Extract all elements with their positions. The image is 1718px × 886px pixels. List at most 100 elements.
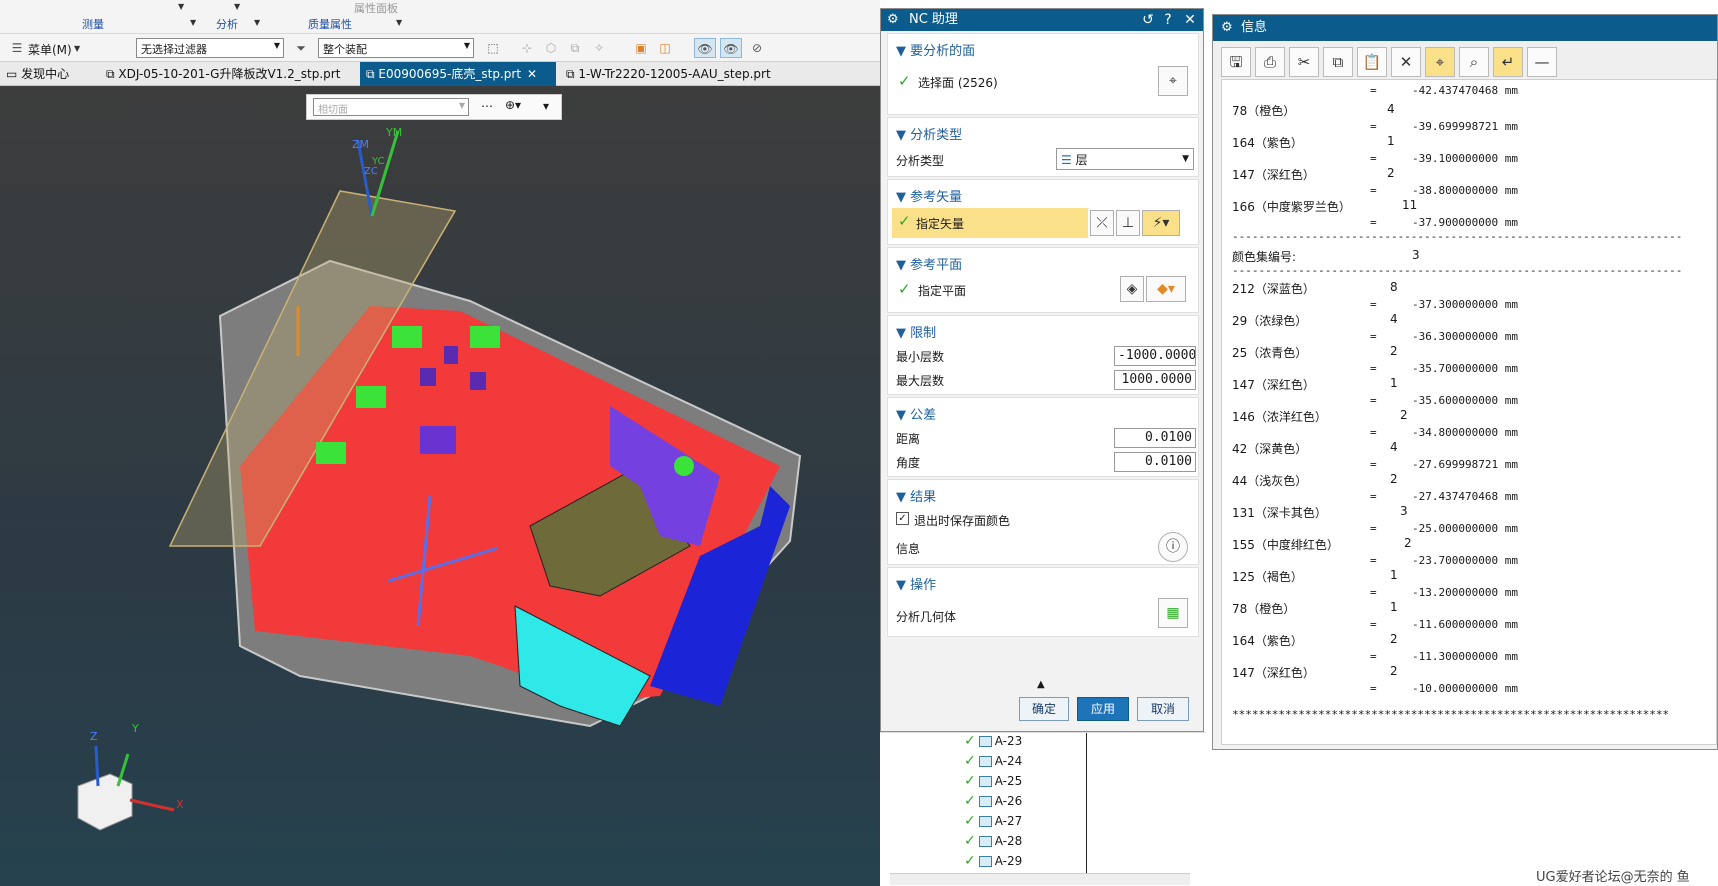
chevron-down-icon[interactable]: ▼ xyxy=(74,44,80,53)
vector-normal-icon[interactable]: ⊥ xyxy=(1116,210,1140,236)
close-icon[interactable]: ✕ xyxy=(1181,9,1199,31)
copy-icon[interactable]: ⧉ xyxy=(1323,47,1353,77)
menu-icon[interactable]: ☰ xyxy=(6,38,28,58)
point-icon[interactable]: ✧ xyxy=(588,38,610,58)
save-icon[interactable]: 🖫 xyxy=(1221,47,1251,77)
section-header[interactable]: ▼ 公差 xyxy=(896,404,936,423)
save-color-checkbox[interactable]: ✓ xyxy=(896,512,909,525)
analyze-geometry-icon[interactable]: ▦ xyxy=(1158,598,1188,628)
tree-node[interactable]: ✓ A-25 xyxy=(964,773,1022,789)
tab-file[interactable]: ⧉ 1-W-Tr2220-12005-AAU_step.prt xyxy=(560,62,800,86)
apply-button[interactable]: 应用 xyxy=(1077,697,1129,721)
tree-node[interactable]: ✓ A-23 xyxy=(964,733,1022,749)
delete-icon[interactable]: ✕ xyxy=(1391,47,1421,77)
close-icon[interactable]: ✕ xyxy=(527,67,537,81)
tree-node[interactable]: ✓ A-29 xyxy=(964,853,1022,869)
section-result: ▼ 结果 ✓ 退出时保存面颜色 信息 ⓘ xyxy=(887,479,1199,565)
specify-vector-row[interactable]: ✓ 指定矢量 xyxy=(892,208,1088,238)
menu-button[interactable]: 菜单(M) xyxy=(28,41,72,58)
plane-icon[interactable]: ◈ xyxy=(1120,276,1144,302)
section-header[interactable]: ▼ 分析类型 xyxy=(896,124,962,143)
ribbon-group-mass-properties[interactable]: 质量属性 xyxy=(308,16,352,32)
color-line-name: 147（深红色） xyxy=(1232,168,1315,182)
chevron-down-icon[interactable]: ▼ xyxy=(190,18,196,27)
ribbon-group-properties-panel[interactable]: 属性面板 xyxy=(354,0,398,16)
chevron-down-icon[interactable]: ▼ xyxy=(234,2,240,11)
assembly-scope-dropdown[interactable]: 整个装配 ▼ xyxy=(318,38,474,58)
tab-label: 发现中心 xyxy=(21,67,70,81)
paste-icon[interactable]: 📋 xyxy=(1357,47,1387,77)
vector-dialog-icon[interactable]: ⚡▾ xyxy=(1142,210,1180,236)
help-icon[interactable]: ? xyxy=(1159,9,1177,31)
model-canvas xyxy=(77,130,802,831)
cancel-button[interactable]: 取消 xyxy=(1137,697,1189,721)
collapse-icon: ▼ xyxy=(896,326,911,341)
chevron-down-icon[interactable]: ▼ xyxy=(254,18,260,27)
snap-icon[interactable]: ⊹ xyxy=(516,38,538,58)
section-header[interactable]: ▼ 参考平面 xyxy=(896,254,962,273)
print-icon[interactable]: ⎙ xyxy=(1255,47,1285,77)
graphics-viewport[interactable]: 相切面 ▼ ⋯ ⊕▾ ▾ ZM YM ZC YC X Y Z xyxy=(0,86,882,886)
section-header[interactable]: ▼ 结果 xyxy=(896,486,936,505)
eq-sign: = xyxy=(1370,152,1377,165)
section-header[interactable]: ▼ 参考矢量 xyxy=(896,186,962,205)
eye-icon[interactable]: 👁 xyxy=(720,38,742,58)
horizontal-scrollbar[interactable] xyxy=(890,873,1190,885)
section-header[interactable]: ▼ 限制 xyxy=(896,322,936,341)
boss-purple xyxy=(420,426,456,454)
collapse-icon: ▼ xyxy=(896,190,911,205)
tree-node[interactable]: ✓ A-27 xyxy=(964,813,1022,829)
collapse-icon: ▼ xyxy=(896,408,911,423)
eq-sign: = xyxy=(1370,554,1377,567)
section-operations: ▼ 操作 分析几何体 ▦ xyxy=(887,567,1199,637)
find-icon[interactable]: ⌕ xyxy=(1459,47,1489,77)
box-icon[interactable]: ◫ xyxy=(654,38,676,58)
section-header[interactable]: ▼ 操作 xyxy=(896,574,936,593)
collapse-up-icon[interactable]: ▲ xyxy=(1037,679,1045,690)
tab-discovery-center[interactable]: ▭ 发现中心 xyxy=(0,62,98,86)
info-icon[interactable]: ⓘ xyxy=(1158,532,1188,562)
chevron-down-icon[interactable]: ▼ xyxy=(396,18,402,27)
reverse-vector-icon[interactable]: ⤫ xyxy=(1090,210,1114,236)
boss-purple xyxy=(420,368,436,386)
minimize-icon[interactable]: — xyxy=(1527,47,1557,77)
filter-icon[interactable]: ⏷ xyxy=(290,38,312,58)
reset-icon[interactable]: ↺ xyxy=(1139,9,1157,31)
tab-file-active[interactable]: ⧉ E00900695-底壳_stp.prt ✕ xyxy=(360,62,556,86)
layer-value: -11.600000000 mm xyxy=(1412,618,1518,631)
eye-mcs-icon[interactable]: 👁 xyxy=(694,38,716,58)
distance-tolerance-input[interactable]: 0.0100 xyxy=(1114,428,1196,448)
check-icon: ✓ xyxy=(964,793,976,809)
chevron-down-icon[interactable]: ▼ xyxy=(178,2,184,11)
max-layer-input[interactable]: 1000.0000 xyxy=(1114,370,1196,390)
color-line-count: 2 xyxy=(1404,536,1412,550)
color-line-name: 212（深蓝色） xyxy=(1232,282,1315,296)
box-icon[interactable]: ▣ xyxy=(630,38,652,58)
angle-tolerance-input[interactable]: 0.0100 xyxy=(1114,452,1196,472)
tree-node[interactable]: ✓ A-26 xyxy=(964,793,1022,809)
select-mode-icon[interactable]: ⬚ xyxy=(482,38,504,58)
selection-filter-dropdown[interactable]: 无选择过滤器 ▼ xyxy=(136,38,284,58)
section-header[interactable]: ▼ 要分析的面 xyxy=(896,40,975,59)
analysis-type-select[interactable]: ☰ 层 ▼ xyxy=(1056,148,1194,170)
plane-dialog-icon[interactable]: ◆▾ xyxy=(1146,276,1186,302)
crosshair-icon[interactable]: ⌖ xyxy=(1158,66,1188,96)
ribbon-group-measure[interactable]: 测量 xyxy=(82,16,104,32)
info-text-area[interactable]: = -42.437470468 mm 78（橙色） 4 = -39.699998… xyxy=(1221,79,1717,745)
crosshair-icon[interactable]: ⌖ xyxy=(1425,47,1455,77)
tab-file[interactable]: ⧉ XDJ-05-10-201-G升降板改V1.2_stp.prt xyxy=(100,62,356,86)
ok-button[interactable]: 确定 xyxy=(1019,697,1069,721)
cut-icon[interactable]: ✂ xyxy=(1289,47,1319,77)
min-layer-input[interactable]: -1000.0000 xyxy=(1114,346,1196,366)
hexagon-icon[interactable]: ⬡ xyxy=(540,38,562,58)
eq-sign: = xyxy=(1370,682,1377,695)
tree-node[interactable]: ✓ A-28 xyxy=(964,833,1022,849)
dialog-title: NC 助理 xyxy=(909,12,958,27)
wrap-icon[interactable]: ↵ xyxy=(1493,47,1523,77)
ribbon-group-analysis[interactable]: 分析 xyxy=(216,16,238,32)
hide-icon[interactable]: ⊘ xyxy=(746,38,768,58)
tree-node[interactable]: ✓ A-24 xyxy=(964,753,1022,769)
color-line-count: 3 xyxy=(1400,504,1408,518)
operation-icon xyxy=(978,776,992,787)
component-icon[interactable]: ⧉ xyxy=(564,38,586,58)
